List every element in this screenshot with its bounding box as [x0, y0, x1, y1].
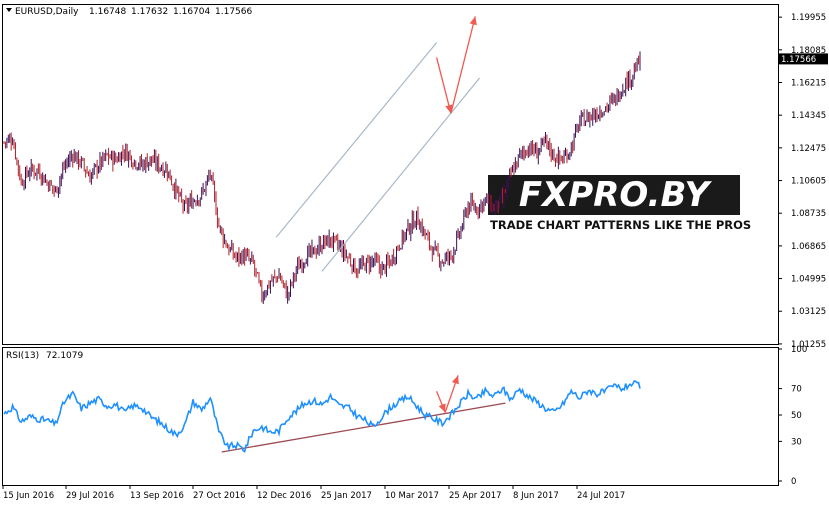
rsi-tick-label: 70	[791, 385, 802, 395]
rsi-label: RSI(13)	[6, 351, 39, 361]
price-tick-label: 1.19955	[791, 13, 826, 23]
price-tick-label: 1.10605	[791, 177, 826, 187]
price-tick-label: 1.06865	[791, 242, 826, 252]
time-tick-label: 8 Jun 2017	[513, 491, 559, 501]
watermark-brand: FXPRO.BY	[519, 175, 713, 215]
price-tick-label: 1.12475	[791, 144, 826, 154]
time-tick-label: 10 Mar 2017	[385, 491, 439, 501]
price-tick-label: 1.08735	[791, 209, 826, 219]
price-tick-label: 1.14345	[791, 111, 826, 121]
rsi-axis: 100 70 50 30 0	[778, 345, 807, 487]
rsi-tick-label: 50	[791, 411, 802, 421]
price-tick-label: 1.16215	[791, 78, 826, 88]
time-tick-label: 29 Jul 2016	[66, 491, 114, 501]
price-tick-label: 1.04995	[791, 275, 826, 285]
rsi-tick-label: 100	[791, 345, 807, 355]
price-tick-label: 1.03125	[791, 307, 826, 317]
time-tick-label: 13 Sep 2016	[130, 491, 184, 501]
close-value: 1.17566	[215, 7, 252, 17]
watermark: FXPRO.BY TRADE CHART PATTERNS LIKE THE P…	[486, 175, 751, 233]
rsi-tick-label: 0	[791, 477, 796, 487]
rsi-panel-frame	[2, 347, 779, 486]
time-tick-label: 24 Jul 2017	[577, 491, 625, 501]
time-tick-label: 25 Jan 2017	[321, 491, 372, 501]
rsi-tick-label: 30	[791, 437, 802, 447]
time-tick-label: 12 Dec 2016	[257, 491, 311, 501]
time-tick-label: 27 Oct 2016	[193, 491, 246, 501]
current-price-tag: 1.17566	[779, 53, 828, 65]
high-value: 1.17632	[131, 7, 168, 17]
low-value: 1.16704	[173, 7, 210, 17]
chart-canvas: FXPRO.BY TRADE CHART PATTERNS LIKE THE P…	[2, 4, 828, 501]
time-tick-label: 15 Jun 2016	[3, 491, 54, 501]
symbol-label: EURUSD,Daily	[15, 7, 79, 17]
watermark-tagline: TRADE CHART PATTERNS LIKE THE PROS	[490, 218, 751, 232]
time-tick-label: 25 Apr 2017	[449, 491, 502, 501]
open-value: 1.16748	[89, 7, 126, 17]
rsi-value: 72.1079	[46, 351, 83, 361]
current-price-label: 1.17566	[781, 55, 816, 65]
time-axis: 15 Jun 2016 29 Jul 2016 13 Sep 2016 27 Oct …	[2, 485, 625, 501]
